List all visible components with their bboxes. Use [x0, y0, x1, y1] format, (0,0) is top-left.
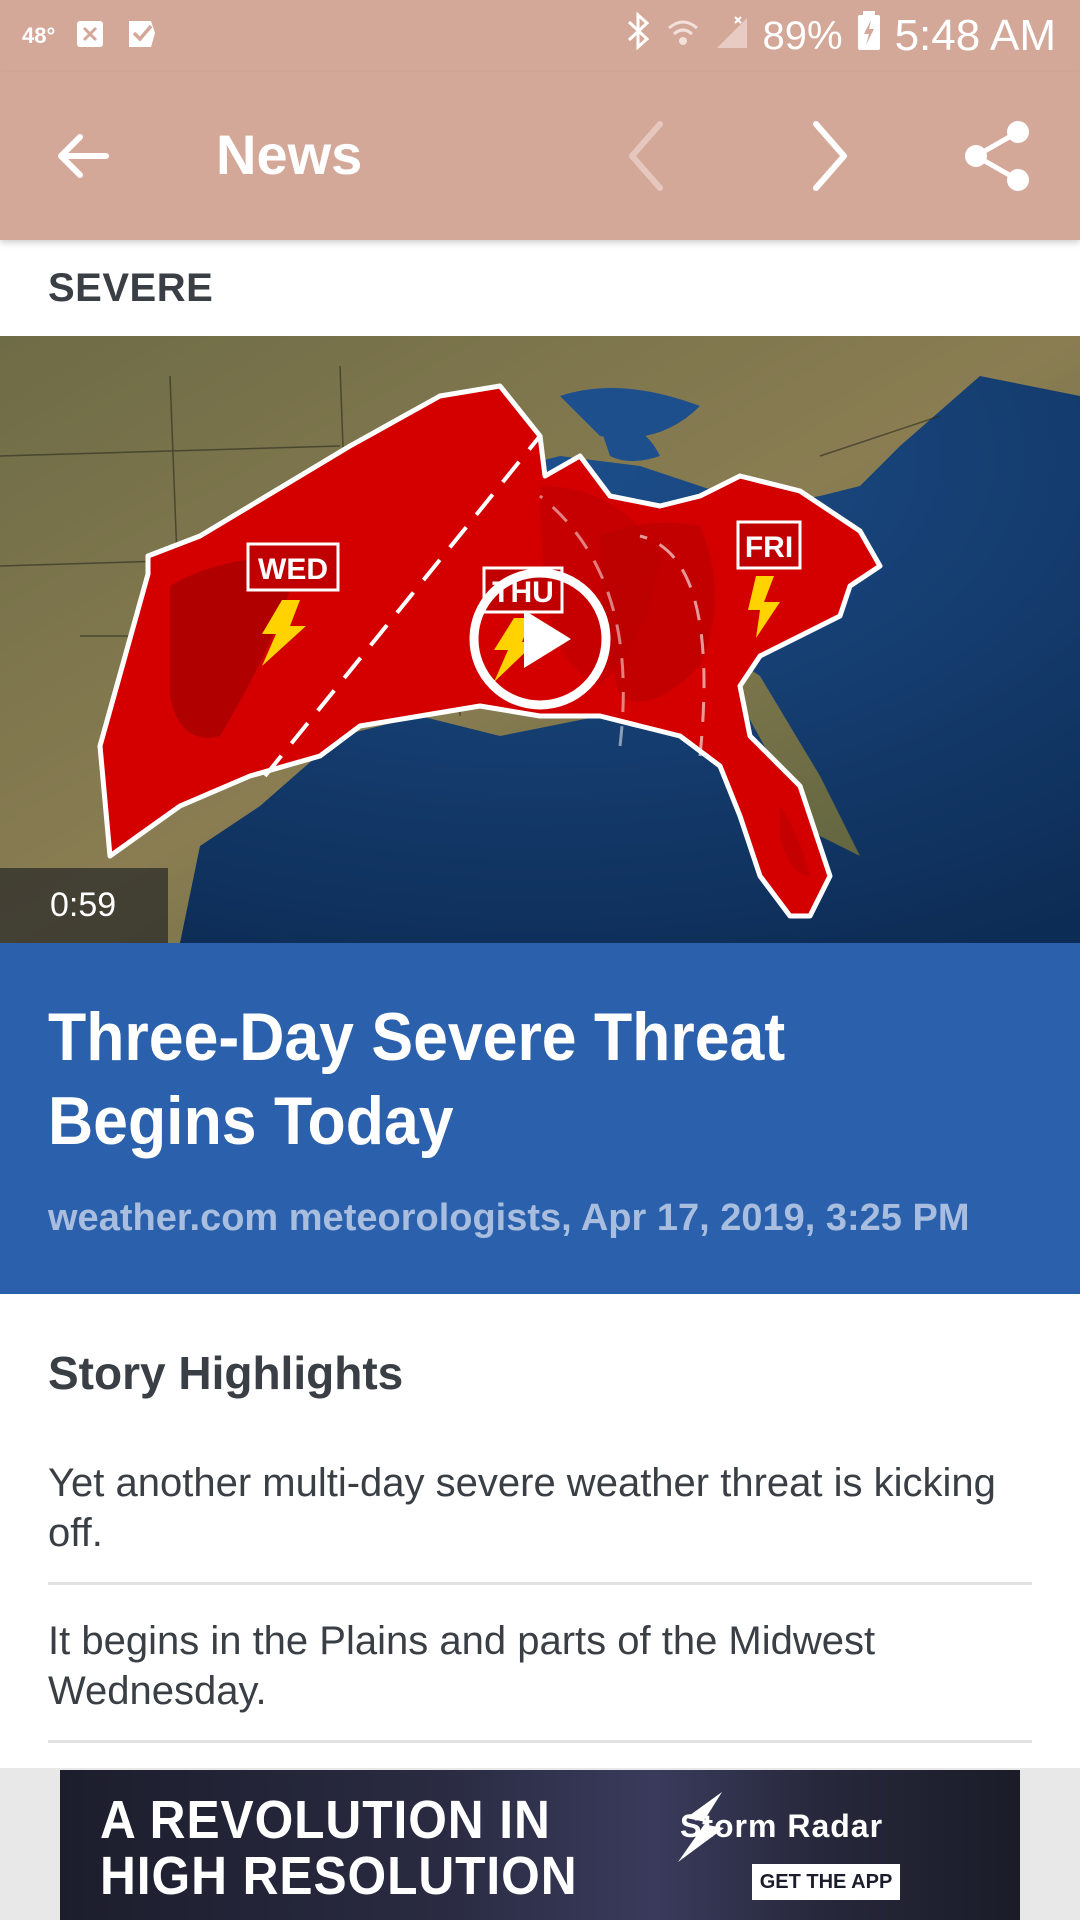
article-headline: Three-Day Severe Threat Begins Today — [48, 999, 786, 1159]
arrow-left-icon — [58, 134, 109, 178]
ad-headline: A REVOLUTION IN HIGH RESOLUTION — [100, 1792, 577, 1904]
article-category: SEVERE — [48, 266, 214, 310]
ad-headline-line1: A REVOLUTION IN — [100, 1790, 551, 1850]
wed-label: WED — [246, 542, 340, 592]
fri-label: FRI — [736, 520, 802, 570]
ad-brand: Storm Radar — [680, 1808, 884, 1844]
page-title: News — [216, 123, 363, 186]
ad-banner[interactable]: A REVOLUTION IN HIGH RESOLUTION Storm Ra… — [60, 1770, 1020, 1920]
map-label-wed: WED — [258, 553, 328, 586]
share-button[interactable] — [958, 116, 1038, 196]
status-bar: 48° 89% 5:48 AM — [0, 0, 1080, 72]
task-check-icon — [125, 17, 159, 56]
previous-article-button[interactable] — [616, 116, 680, 196]
status-right: 89% 5:48 AM — [625, 11, 1056, 61]
chevron-left-icon — [629, 121, 663, 191]
battery-percent: 89% — [762, 13, 843, 58]
map-label-fri: FRI — [745, 531, 793, 564]
status-time: 5:48 AM — [894, 11, 1056, 60]
bluetooth-icon — [625, 11, 651, 61]
chevron-right-icon — [813, 121, 847, 191]
battery-charging-icon — [857, 11, 881, 61]
status-temperature: 48° — [22, 23, 56, 48]
notification-icon — [75, 19, 105, 54]
cell-signal-icon — [715, 12, 749, 60]
article-byline: weather.com meteorologists, Apr 17, 2019… — [48, 1197, 970, 1239]
next-article-button[interactable] — [796, 116, 860, 196]
headline-block: Three-Day Severe Threat Begins Today wea… — [0, 943, 1080, 1294]
play-icon — [469, 568, 611, 710]
divider — [48, 1582, 1032, 1585]
video-duration: 0:59 — [0, 868, 168, 943]
video-player[interactable]: WED THU FRI — [0, 336, 1080, 943]
story-highlights-title: Story Highlights — [48, 1347, 404, 1399]
get-the-app-button[interactable]: GET THE APP — [752, 1864, 900, 1900]
highlight-item: Yet another multi-day severe weather thr… — [48, 1461, 996, 1555]
app-bar: News — [0, 72, 1080, 240]
play-button[interactable] — [467, 566, 613, 712]
highlight-item: It begins in the Plains and parts of the… — [48, 1619, 876, 1713]
ad-headline-line2: HIGH RESOLUTION — [100, 1846, 578, 1906]
status-left: 48° — [22, 17, 159, 56]
divider — [48, 1740, 1032, 1743]
ad-banner-container: A REVOLUTION IN HIGH RESOLUTION Storm Ra… — [0, 1768, 1080, 1920]
back-button[interactable] — [52, 124, 116, 188]
share-icon — [965, 121, 1029, 191]
wifi-icon — [665, 12, 701, 60]
